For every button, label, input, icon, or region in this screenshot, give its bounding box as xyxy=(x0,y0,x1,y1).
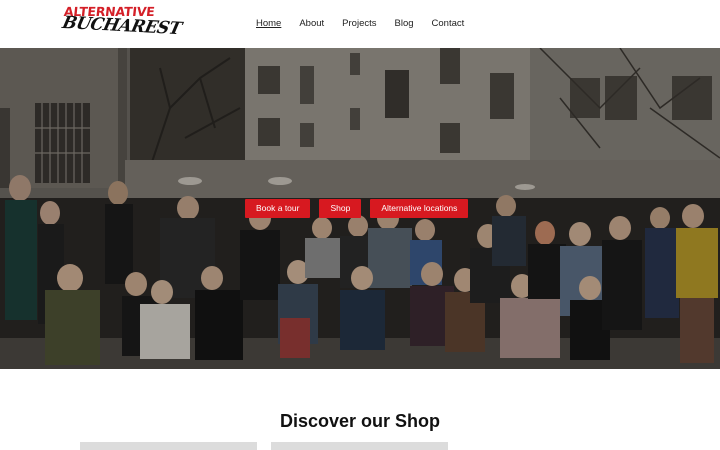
nav-projects[interactable]: Projects xyxy=(342,18,376,34)
nav-about[interactable]: About xyxy=(299,18,324,34)
alternative-locations-button[interactable]: Alternative locations xyxy=(370,199,469,218)
shop-card[interactable] xyxy=(80,442,257,450)
shop-card[interactable] xyxy=(271,442,448,450)
site-logo[interactable]: ALTERNATIVE BUCHAREST xyxy=(60,4,183,46)
hero-section: Book a tour Shop Alternative locations xyxy=(0,48,720,369)
nav-blog[interactable]: Blog xyxy=(395,18,414,34)
shop-section-title: Discover our Shop xyxy=(279,411,441,431)
main-nav: Home About Projects Blog Contact xyxy=(256,18,464,34)
nav-home[interactable]: Home xyxy=(256,18,281,34)
site-header: ALTERNATIVE BUCHAREST Home About Project… xyxy=(0,0,720,48)
logo-line-2: BUCHAREST xyxy=(60,12,184,40)
shop-button[interactable]: Shop xyxy=(319,199,362,218)
hero-buttons: Book a tour Shop Alternative locations xyxy=(245,199,469,218)
book-tour-button[interactable]: Book a tour xyxy=(245,199,311,218)
nav-contact[interactable]: Contact xyxy=(432,18,465,34)
